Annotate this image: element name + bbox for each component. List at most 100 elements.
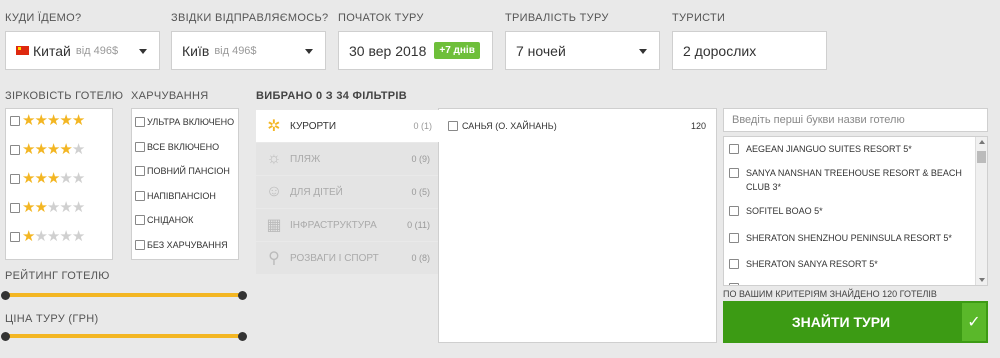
star-icon: ★ [34, 141, 47, 158]
star-checkbox[interactable] [10, 115, 20, 126]
meal-label: УЛЬТРА ВКЛЮЧЕНО [147, 117, 235, 127]
filter-tab-1[interactable]: ✲ КУРОРТИ 0 (1) [256, 110, 440, 142]
star-checkbox[interactable] [10, 202, 20, 213]
price-label: ЦІНА ТУРУ (ГРН) [5, 313, 99, 325]
destination-label: КУДИ ЇДЕМО? [5, 12, 82, 24]
hotel-checkbox[interactable] [729, 259, 739, 269]
filter-tab-label: РОЗВАГИ І СПОРТ [290, 252, 379, 264]
scrollbar-thumb[interactable] [977, 151, 986, 163]
hotel-option-partial[interactable] [729, 281, 969, 285]
star-icon: ★ [22, 228, 35, 245]
meal-checkbox[interactable] [135, 166, 145, 176]
hotel-checkbox[interactable] [729, 168, 739, 178]
star-icon: ★ [71, 112, 85, 129]
rating-slider-max-handle[interactable] [238, 291, 247, 300]
search-tours-label: ЗНАЙТИ ТУРИ [791, 314, 891, 330]
star-icon: ★ [59, 228, 72, 245]
star-icon: ★ [71, 228, 85, 245]
price-slider-min-handle[interactable] [1, 332, 10, 341]
meal-option[interactable]: НАПІВПАНСІОН [135, 190, 216, 201]
meal-checkbox[interactable] [135, 141, 145, 152]
hotel-checkbox[interactable] [729, 233, 739, 243]
filter-tab-2[interactable]: ☼ ПЛЯЖ 0 (9) [256, 143, 438, 175]
start-label: ПОЧАТОК ТУРУ [338, 12, 424, 24]
hotel-checkbox[interactable] [729, 206, 739, 216]
chevron-down-icon [639, 49, 647, 54]
filter-tab-3[interactable]: ☺ ДЛЯ ДІТЕЙ 0 (5) [256, 176, 438, 208]
rating-slider-track[interactable] [5, 293, 243, 297]
start-date-value: 30 вер 2018 [349, 42, 427, 59]
star-icon: ★ [46, 141, 60, 158]
resort-option[interactable]: САНЬЯ (О. ХАЙНАНЬ) [448, 121, 557, 131]
star-icon: ★ [34, 170, 47, 187]
star-filter-5[interactable]: ★ ★ ★ ★ ★ [10, 112, 85, 129]
hotel-name: SHERATON SANYA RESORT 5* [746, 259, 878, 269]
scroll-down-icon[interactable] [979, 278, 985, 282]
building-icon: ▦ [266, 217, 282, 234]
meal-option[interactable]: БЕЗ ХАРЧУВАННЯ [135, 239, 228, 250]
resort-count: 120 [690, 121, 706, 131]
star-filter-4[interactable]: ★ ★ ★ ★ ★ [10, 141, 85, 158]
departure-select[interactable]: Київ від 496$ [171, 31, 326, 70]
meal-option[interactable]: ВСЕ ВКЛЮЧЕНО [135, 141, 220, 152]
meal-checkbox[interactable] [135, 215, 145, 225]
destination-select[interactable]: Китай від 496$ [5, 31, 160, 70]
meal-checkbox[interactable] [135, 239, 145, 250]
star-icon: ★ [22, 141, 35, 158]
meal-label: БЕЗ ХАРЧУВАННЯ [147, 239, 228, 250]
filter-tab-count: 0 (9) [411, 154, 430, 164]
meals-panel: УЛЬТРА ВКЛЮЧЕНО ВСЕ ВКЛЮЧЕНО ПОВНИЙ ПАНСІО… [131, 108, 239, 260]
meal-checkbox[interactable] [135, 190, 145, 201]
hotel-option[interactable]: SOFITEL BOAO 5* [729, 204, 969, 218]
filter-tab-count: 0 (5) [411, 187, 430, 197]
stars-panel: ★ ★ ★ ★ ★ ★ ★ ★ ★ ★ ★ ★ ★ ★ ★ ★ ★ ★ ★ ★ ★ ★ ★ ★ ★ [5, 108, 113, 260]
duration-label: ТРИВАЛІСТЬ ТУРУ [505, 12, 609, 24]
star-icon: ★ [59, 170, 72, 187]
meal-option[interactable]: СНІДАНОК [135, 215, 193, 225]
star-icon: ★ [71, 199, 85, 216]
star-checkbox[interactable] [10, 173, 20, 184]
hotel-option[interactable]: SANYA NANSHAN TREEHOUSE RESORT & BEACH C… [729, 166, 969, 194]
start-date-field[interactable]: 30 вер 2018 +7 днів [338, 31, 493, 70]
filter-tab-label: ПЛЯЖ [290, 153, 321, 165]
filter-tab-label: КУРОРТИ [290, 120, 337, 132]
resort-checkbox[interactable] [448, 121, 458, 131]
star-filter-3[interactable]: ★ ★ ★ ★ ★ [10, 170, 85, 187]
meal-label: ПОВНИЙ ПАНСІОН [147, 166, 230, 176]
tourists-field[interactable]: 2 дорослих [672, 31, 827, 70]
stars-label: ЗІРКОВІСТЬ ГОТЕЛЮ [5, 90, 124, 102]
child-icon: ☺ [265, 183, 283, 200]
hotel-search-placeholder: Введіть перші букви назви готелю [732, 114, 905, 126]
hotel-option[interactable]: SHERATON SANYA RESORT 5* [729, 257, 969, 271]
hotel-search-input[interactable]: Введіть перші букви назви готелю [723, 108, 988, 132]
scroll-up-icon[interactable] [979, 140, 985, 144]
star-icon: ★ [34, 199, 47, 216]
filter-tab-5[interactable]: ⚲ РОЗВАГИ І СПОРТ 0 (8) [256, 242, 438, 274]
filter-tab-4[interactable]: ▦ ІНФРАСТРУКТУРА 0 (11) [256, 209, 438, 241]
price-slider-track[interactable] [5, 334, 243, 338]
hotel-checkbox[interactable] [729, 283, 739, 285]
hotel-list-scrollbar[interactable] [975, 137, 987, 285]
star-checkbox[interactable] [10, 144, 20, 155]
filter-tab-label: ІНФРАСТРУКТУРА [290, 219, 377, 231]
filter-tab-count: 0 (8) [411, 253, 430, 263]
meal-option[interactable]: ПОВНИЙ ПАНСІОН [135, 166, 230, 176]
filter-tab-count: 0 (11) [407, 220, 430, 230]
hotel-checkbox[interactable] [729, 144, 739, 154]
rating-slider-min-handle[interactable] [1, 291, 10, 300]
search-tours-button[interactable]: ЗНАЙТИ ТУРИ ✓ [723, 301, 988, 343]
price-slider-max-handle[interactable] [238, 332, 247, 341]
checkmark-icon: ✓ [962, 303, 986, 341]
hotel-option[interactable]: AEGEAN JIANGUO SUITES RESORT 5* [729, 142, 969, 156]
hotel-name: AEGEAN JIANGUO SUITES RESORT 5* [746, 144, 912, 154]
meal-label: ВСЕ ВКЛЮЧЕНО [147, 141, 220, 152]
meal-checkbox[interactable] [135, 117, 145, 127]
star-filter-2[interactable]: ★ ★ ★ ★ ★ [10, 199, 85, 216]
hotel-name: SANYA NANSHAN TREEHOUSE RESORT & BEACH C… [746, 168, 962, 192]
star-checkbox[interactable] [10, 231, 20, 242]
star-filter-1[interactable]: ★ ★ ★ ★ ★ [10, 228, 85, 245]
meal-option[interactable]: УЛЬТРА ВКЛЮЧЕНО [135, 117, 234, 127]
duration-select[interactable]: 7 ночей [505, 31, 660, 70]
meals-label: ХАРЧУВАННЯ [131, 90, 209, 102]
hotel-option[interactable]: SHERATON SHENZHOU PENINSULA RESORT 5* [729, 231, 969, 245]
